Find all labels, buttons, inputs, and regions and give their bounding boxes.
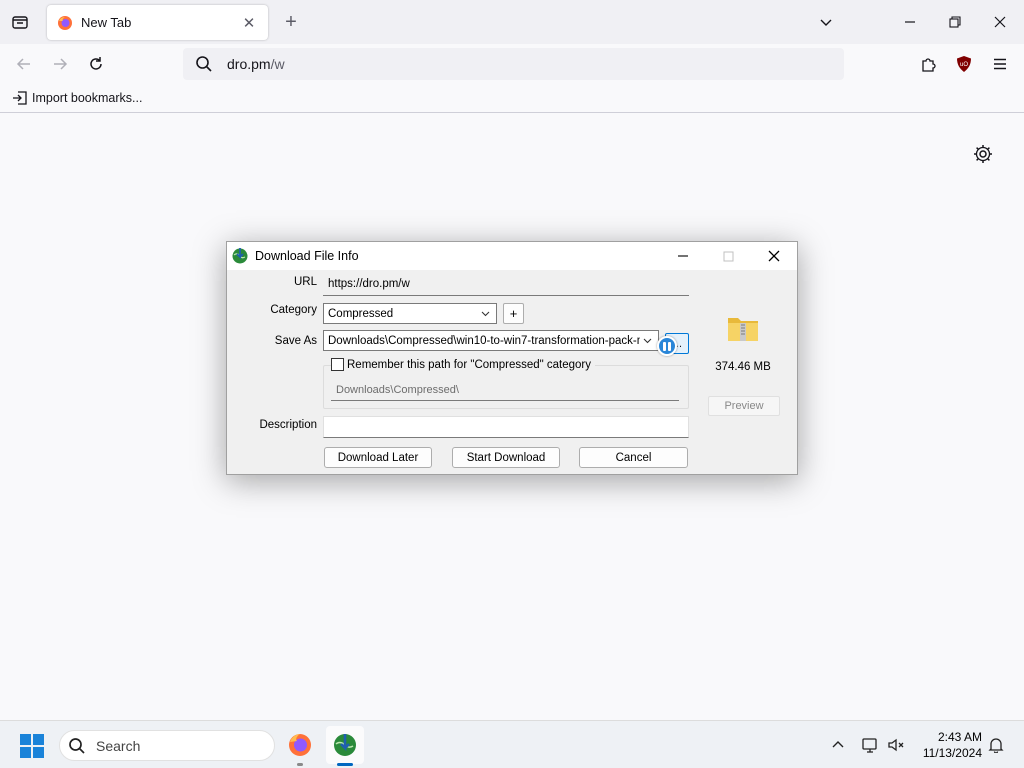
forward-button[interactable]	[47, 52, 73, 76]
tab-title: New Tab	[81, 15, 132, 30]
taskbar-search-box[interactable]: Search	[59, 730, 275, 761]
tab-strip: New Tab ✕ +	[0, 0, 1024, 44]
notification-bell-icon[interactable]	[986, 735, 1006, 755]
url-host: dro.pm	[227, 56, 271, 72]
clock-time: 2:43 AM	[937, 730, 982, 744]
url-label: URL	[293, 276, 317, 288]
extensions-button[interactable]	[917, 52, 941, 76]
import-icon	[13, 91, 27, 105]
network-icon[interactable]	[860, 735, 880, 755]
dialog-title-bar[interactable]: Download File Info	[227, 242, 797, 270]
dialog-minimize-button[interactable]	[671, 246, 695, 266]
description-label: Description	[259, 419, 317, 431]
close-tab-icon[interactable]: ✕	[240, 14, 258, 32]
active-indicator	[337, 763, 353, 766]
back-arrow-icon	[16, 58, 30, 70]
download-later-button[interactable]: Download Later	[324, 447, 432, 468]
bookmarks-toolbar: Import bookmarks...	[0, 84, 1024, 113]
ublock-origin-button[interactable]: uO	[952, 52, 976, 76]
tab-new-tab[interactable]: New Tab ✕	[47, 5, 268, 40]
taskbar-idm[interactable]	[326, 726, 364, 766]
reload-button[interactable]	[83, 52, 109, 76]
gear-icon[interactable]	[972, 143, 994, 165]
url-path: /w	[270, 56, 285, 72]
dialog-title: Download File Info	[255, 249, 359, 263]
mouse-cursor-indicator	[657, 336, 677, 356]
preview-button: Preview	[708, 396, 780, 416]
list-all-tabs-chevron-icon[interactable]	[814, 10, 838, 34]
search-icon	[196, 56, 212, 72]
puzzle-icon	[922, 58, 936, 72]
firefox-icon	[58, 15, 72, 30]
cancel-button[interactable]: Cancel	[579, 447, 688, 468]
minimize-window-button[interactable]	[898, 10, 922, 34]
windows-start-icon[interactable]	[20, 734, 44, 758]
address-bar[interactable]: dro.pm/w	[183, 48, 844, 80]
dialog-close-button[interactable]	[762, 246, 786, 266]
volume-muted-icon[interactable]	[886, 735, 906, 755]
reload-icon	[90, 57, 102, 70]
dialog-maximize-button	[716, 246, 740, 266]
idm-globe-icon	[334, 734, 356, 756]
save-as-label: Save As	[274, 335, 317, 347]
category-value: Compressed	[328, 307, 394, 320]
import-bookmarks-link[interactable]: Import bookmarks...	[32, 91, 142, 105]
chevron-up-icon[interactable]	[828, 735, 848, 755]
ublock-shield-icon: uO	[957, 56, 971, 72]
app-menu-button[interactable]	[988, 52, 1012, 76]
description-input[interactable]	[323, 416, 689, 438]
hamburger-menu-icon	[994, 58, 1006, 70]
remembered-path-field: Downloads\Compressed\	[331, 379, 679, 401]
url-field[interactable]: https://dro.pm/w	[323, 274, 689, 296]
tab-list-icon	[12, 16, 28, 29]
new-tab-button[interactable]: +	[280, 10, 302, 34]
firefox-icon	[289, 734, 311, 756]
category-label: Category	[270, 304, 317, 316]
remember-path-row[interactable]: Remember this path for "Compressed" cate…	[331, 358, 596, 371]
svg-text:uO: uO	[960, 62, 968, 68]
category-select[interactable]: Compressed	[323, 303, 497, 324]
back-button[interactable]	[11, 52, 37, 76]
taskbar-search-placeholder: Search	[96, 737, 141, 754]
file-size: 374.46 MB	[715, 361, 771, 373]
clock-date: 11/13/2024	[922, 746, 982, 760]
remember-path-label: Remember this path for "Compressed" cate…	[347, 358, 592, 371]
running-indicator	[297, 763, 303, 766]
forward-arrow-icon	[54, 58, 68, 70]
restore-window-button[interactable]	[943, 10, 967, 34]
tab-list-button[interactable]	[8, 10, 32, 34]
idm-globe-icon	[232, 248, 248, 264]
taskbar-firefox[interactable]	[281, 726, 319, 766]
taskbar: Search 2:43 AM 11/13/2024	[0, 720, 1024, 768]
search-icon	[69, 737, 85, 754]
navigation-toolbar: dro.pm/w uO	[0, 44, 1024, 84]
zip-folder-icon	[728, 318, 758, 341]
chevron-down-icon	[478, 311, 492, 317]
download-file-info-dialog: Download File Info URL https://dro.pm/w …	[226, 241, 798, 475]
save-as-combo[interactable]: Downloads\Compressed\win10-to-win7-trans…	[323, 330, 659, 351]
close-window-button[interactable]	[988, 10, 1012, 34]
add-category-button[interactable]: +	[503, 303, 524, 324]
chevron-down-icon	[640, 338, 654, 344]
save-as-path: Downloads\Compressed\win10-to-win7-trans…	[328, 334, 640, 347]
start-download-button[interactable]: Start Download	[452, 447, 560, 468]
remember-path-checkbox[interactable]	[331, 358, 344, 371]
system-clock[interactable]: 2:43 AM 11/13/2024	[910, 729, 982, 761]
